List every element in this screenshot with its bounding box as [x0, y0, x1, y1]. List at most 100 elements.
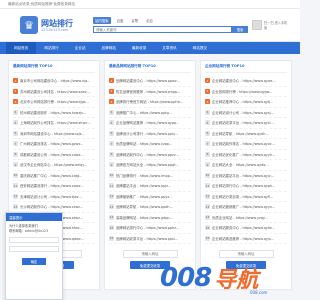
list-item[interactable]: 8 品牌网站制作中心 - https://www.ppzz... [109, 150, 191, 160]
list-item[interactable]: 4 品牌推广中心 - https://www.pptg... [109, 108, 191, 118]
list-item-text: 重庆网站推广中心 - https://www.cqtg... [20, 173, 83, 178]
nav-item-enterprise[interactable]: 企业站 [67, 42, 94, 54]
ranking-list: 1 企业网站建设中心 - https://www.qywz... 2 企业官网排行榜 … [205, 76, 287, 244]
popup-field[interactable] [9, 246, 59, 252]
popup-field[interactable] [9, 237, 59, 243]
list-item[interactable]: 12 企业网站分类目录 - https://www.qyfl... [205, 192, 287, 202]
trophy-icon: ♛ [20, 16, 38, 34]
list-item[interactable]: 1 品牌网站建设中心 - https://www.ppwz... [109, 76, 191, 87]
header: ♛ 网站排行 123.0x123.com 站内搜索 百度 谷歌 必应 搜索 扫一… [0, 9, 300, 42]
site-logo[interactable]: ♛ 网站排行 123.0x123.com [20, 16, 73, 34]
nav-item-ranking[interactable]: 网站排行 [36, 42, 66, 54]
qr-text: 扫一扫 进入手机版 [264, 21, 288, 30]
nav-item-articles[interactable]: 文章资讯 [154, 42, 184, 54]
rank-number: 10 [13, 172, 18, 178]
list-item[interactable]: 11 西安网站建设排行 - https://www.xawz... [13, 181, 95, 192]
list-item[interactable]: 13 长沙网站制作中心 - https://www.cswz... [13, 202, 95, 213]
list-item-text: 优质品牌网站 - https://www.yzpp... [116, 142, 173, 147]
list-item[interactable]: 16 企业网站精选推荐 - https://www.qyjx... [205, 234, 287, 244]
column-title: 最新网站排行榜 TOP10 [13, 64, 95, 73]
list-item-text: 品牌建站平台 - https://www.ppjz... [116, 184, 172, 189]
submit-url-input[interactable] [122, 250, 178, 258]
list-item[interactable]: 2 知名品牌官网推荐 - https://www.zmpp... [109, 87, 191, 97]
popup-title: 温馨提示 [6, 213, 62, 221]
rank-number: 4 [13, 109, 18, 115]
rank-number: 4 [109, 109, 114, 115]
list-item[interactable]: 16 品牌网站收录平台 - https://www.ppsl... [109, 234, 191, 244]
list-item[interactable]: 11 品牌建站平台 - https://www.ppjz... [109, 181, 191, 192]
nav-item-home[interactable]: 网站首页 [6, 42, 37, 54]
list-item[interactable]: 6 深圳市网站建设中心 - https://www.szjs... [13, 129, 95, 139]
list-item[interactable]: 8 成都网站建设公司 - https://www.cdwz... [13, 150, 95, 160]
list-item[interactable]: 4 企业网站设计公司 - https://www.qysj... [205, 108, 287, 118]
search-tab-google[interactable]: 谷歌 [129, 17, 140, 24]
list-item-text: 企业网站设计公司 - https://www.qysj... [212, 110, 274, 115]
list-item[interactable]: 14 优质企业网站 - https://www.yzqy... [205, 213, 287, 223]
list-item-text: 品牌设计公司排行 - https://www.ppsj... [116, 131, 178, 136]
nav-item-latest[interactable]: 最新收录 [124, 42, 154, 54]
list-item[interactable]: 2 企业官网排行榜 - https://www.qygw... [205, 87, 287, 97]
list-item[interactable]: 1 南京市公司网站建设中心 - https://www.njq... [13, 76, 95, 87]
list-item[interactable]: 8 企业网站优化推广 - https://www.qyyh... [205, 150, 287, 160]
rank-number: 2 [205, 88, 210, 94]
popup-line-2: 联系邮箱：admin@0x123 [9, 229, 49, 233]
rank-number: 3 [205, 99, 210, 105]
search-input[interactable] [93, 26, 232, 33]
list-item[interactable]: 1 企业网站建设中心 - https://www.qywz... [205, 76, 287, 87]
search-button[interactable]: 搜索 [232, 26, 248, 33]
list-item[interactable]: 3 企业网站推荐中心 - https://www.qytj... [205, 97, 287, 108]
list-item[interactable]: 14 高端品牌网站 - https://www.gdpp... [109, 213, 191, 223]
list-item[interactable]: 11 企业网站排行中心 - https://www.qyph... [205, 181, 287, 192]
list-item[interactable]: 5 企业品牌网站推荐 - https://www.qypp... [109, 118, 191, 129]
list-item-text: 成都网站建设公司 - https://www.cdwz... [20, 152, 84, 157]
rank-number: 8 [13, 151, 18, 157]
list-item[interactable]: 5 企业网站收录平台 - https://www.qysl... [205, 118, 287, 129]
list-item[interactable]: 9 武汉市企业网站中心 - https://www.whqy... [13, 160, 95, 171]
popup-confirm-button[interactable]: 确定 [22, 258, 46, 265]
list-item[interactable]: 6 品牌设计公司排行 - https://www.ppsj... [109, 129, 191, 139]
rank-number: 4 [205, 109, 210, 115]
list-item-text: 企业网站建设中心 - https://www.qywz... [212, 79, 276, 84]
rank-number: 3 [109, 99, 114, 105]
rank-number: 7 [205, 141, 210, 147]
list-item-text: 广州网站建设排名 - https://www.gzwz... [20, 142, 84, 147]
list-item[interactable]: 13 企业网站营销推广 - https://www.qyyx... [205, 202, 287, 213]
column-title: 企业网站排行榜 TOP10 [205, 64, 287, 73]
list-item[interactable]: 6 企业网站导航 - https://www.qydh... [205, 129, 287, 139]
rank-number: 11 [13, 183, 18, 189]
rank-number: 7 [109, 141, 114, 147]
list-item[interactable]: 9 品牌官方网站大全 - https://www.ppgf... [109, 160, 191, 171]
list-item-text: 知名品牌官网推荐 - https://www.zmpp... [116, 89, 181, 94]
list-item-text: 企业网站排行中心 - https://www.qyph... [212, 184, 276, 189]
list-item-text: 企业网站营销推广 - https://www.qyyx... [212, 205, 276, 210]
list-item-text: 品牌网站导航 - https://www.ppdh... [116, 205, 173, 210]
list-item[interactable]: 4 杭州网站建设制作 - https://www.hzwzjs... [13, 108, 95, 118]
list-item[interactable]: 10 热门品牌排行 - https://www.rmpp... [109, 171, 191, 181]
list-item-text: 深圳市网站建设中心 - https://www.szjs... [20, 131, 85, 136]
list-item[interactable]: 2 苏州网站建设公司排名 - https://www.szwz... [13, 87, 95, 97]
list-item[interactable]: 9 企业网站大全 - https://www.qydq... [205, 160, 287, 171]
list-item[interactable]: 10 企业网站建站平台 - https://www.qyjz... [205, 171, 287, 181]
list-item[interactable]: 3 北京市公司网站排行榜 - https://www.bjgs... [13, 97, 95, 108]
submit-url-input[interactable] [218, 250, 274, 258]
rank-number: 1 [109, 78, 114, 84]
list-item[interactable]: 7 企业网站制作排名 - https://www.qyzz... [205, 139, 287, 150]
list-item[interactable]: 12 品牌营销推广 - https://www.ppyx... [109, 192, 191, 202]
nav-item-brand[interactable]: 品牌网站 [94, 42, 124, 54]
list-item[interactable]: 5 上海网站制作公司排名 - https://www.shwz... [13, 118, 95, 129]
search-tab-baidu[interactable]: 百度 [115, 17, 126, 24]
rank-number: 5 [109, 120, 114, 126]
search-tab-bing[interactable]: 必应 [144, 17, 155, 24]
list-item-text: 西安网站建设排行 - https://www.xawz... [20, 184, 84, 189]
list-item[interactable]: 7 广州网站建设排名 - https://www.gzwz... [13, 139, 95, 150]
list-item[interactable]: 15 品牌网站排行中心 - https://www.pphz... [109, 223, 191, 234]
list-item[interactable]: 13 品牌网站导航 - https://www.ppdh... [109, 202, 191, 213]
list-item[interactable]: 3 品牌排行榜官方网站 - https://www.pphb... [109, 97, 191, 108]
list-item[interactable]: 12 天津网站设计公司 - https://www.tjwz... [13, 192, 95, 202]
search-tab-site[interactable]: 站内搜索 [93, 17, 111, 24]
list-item[interactable]: 15 企业网站服务中心 - https://www.qyfw... [205, 223, 287, 234]
list-item[interactable]: 7 优质品牌网站 - https://www.yzpp... [109, 139, 191, 150]
search-tabs: 站内搜索 百度 谷歌 必应 [93, 17, 248, 24]
nav-item-submit[interactable]: 网站提交 [185, 42, 215, 54]
list-item[interactable]: 10 重庆网站推广中心 - https://www.cqtg... [13, 171, 95, 181]
